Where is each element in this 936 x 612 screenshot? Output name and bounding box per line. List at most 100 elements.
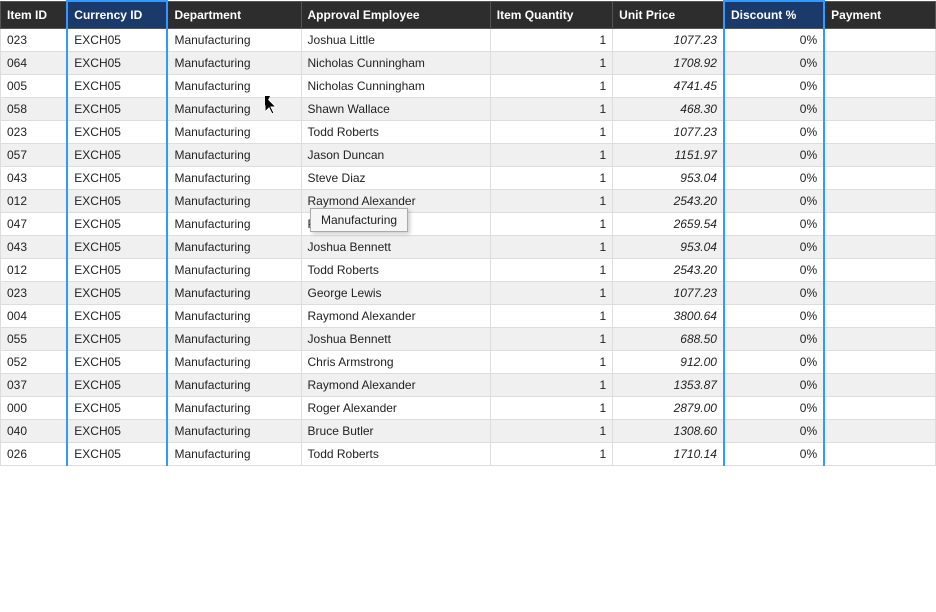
cell-item-id: 026 [1, 443, 68, 466]
cell-payment [824, 305, 935, 328]
cell-discount: 0% [724, 397, 824, 420]
cell-payment [824, 328, 935, 351]
header-payment[interactable]: Payment [824, 1, 935, 29]
cell-item-id: 043 [1, 236, 68, 259]
cell-currency-id: EXCH05 [67, 397, 167, 420]
cell-unit-price: 1353.87 [613, 374, 724, 397]
cell-unit-price: 468.30 [613, 98, 724, 121]
cell-unit-price: 2543.20 [613, 259, 724, 282]
header-department[interactable]: Department [167, 1, 301, 29]
cell-currency-id: EXCH05 [67, 351, 167, 374]
cell-discount: 0% [724, 144, 824, 167]
cell-payment [824, 190, 935, 213]
cell-payment [824, 75, 935, 98]
cell-unit-price: 3800.64 [613, 305, 724, 328]
header-item-quantity[interactable]: Item Quantity [490, 1, 612, 29]
cell-discount: 0% [724, 190, 824, 213]
cell-item-quantity: 1 [490, 351, 612, 374]
header-currency-id[interactable]: Currency ID [67, 1, 167, 29]
cell-item-quantity: 1 [490, 443, 612, 466]
cell-payment [824, 374, 935, 397]
cell-payment [824, 351, 935, 374]
header-discount[interactable]: Discount % [724, 1, 824, 29]
cell-discount: 0% [724, 259, 824, 282]
cell-discount: 0% [724, 420, 824, 443]
cell-currency-id: EXCH05 [67, 121, 167, 144]
cell-approval-employee: Raymond Alexander [301, 190, 490, 213]
cell-unit-price: 912.00 [613, 351, 724, 374]
cell-currency-id: EXCH05 [67, 328, 167, 351]
cell-currency-id: EXCH05 [67, 167, 167, 190]
cell-discount: 0% [724, 213, 824, 236]
cell-discount: 0% [724, 236, 824, 259]
cell-approval-employee: Steve Diaz [301, 167, 490, 190]
cell-item-id: 055 [1, 328, 68, 351]
cell-discount: 0% [724, 75, 824, 98]
cell-approval-employee: Todd Roberts [301, 443, 490, 466]
table-row: 005EXCH05ManufacturingNicholas Cunningha… [1, 75, 936, 98]
cell-payment [824, 282, 935, 305]
table-row: 064EXCH05ManufacturingNicholas Cunningha… [1, 52, 936, 75]
cell-unit-price: 1077.23 [613, 121, 724, 144]
cell-currency-id: EXCH05 [67, 29, 167, 52]
cell-unit-price: 2659.54 [613, 213, 724, 236]
cell-item-quantity: 1 [490, 121, 612, 144]
cell-discount: 0% [724, 52, 824, 75]
table-row: 023EXCH05ManufacturingGeorge Lewis11077.… [1, 282, 936, 305]
cell-approval-employee: Joshua Bennett [301, 236, 490, 259]
table-row: 000EXCH05ManufacturingRoger Alexander128… [1, 397, 936, 420]
cell-payment [824, 397, 935, 420]
cell-item-id: 023 [1, 121, 68, 144]
cell-item-id: 057 [1, 144, 68, 167]
cell-item-id: 058 [1, 98, 68, 121]
cell-unit-price: 688.50 [613, 328, 724, 351]
header-approval-employee[interactable]: Approval Employee [301, 1, 490, 29]
cell-item-quantity: 1 [490, 236, 612, 259]
cell-approval-employee: Joshua Little [301, 29, 490, 52]
cell-approval-employee: Raymond Alexander [301, 374, 490, 397]
cell-item-id: 005 [1, 75, 68, 98]
cell-currency-id: EXCH05 [67, 75, 167, 98]
cell-department: Manufacturing [167, 190, 301, 213]
header-item-id[interactable]: Item ID [1, 1, 68, 29]
cell-item-id: 052 [1, 351, 68, 374]
cell-item-quantity: 1 [490, 144, 612, 167]
cell-unit-price: 4741.45 [613, 75, 724, 98]
table-row: 023EXCH05ManufacturingTodd Roberts11077.… [1, 121, 936, 144]
cell-item-quantity: 1 [490, 167, 612, 190]
cell-approval-employee: Todd Roberts [301, 121, 490, 144]
cell-payment [824, 213, 935, 236]
header-unit-price[interactable]: Unit Price [613, 1, 724, 29]
cell-discount: 0% [724, 374, 824, 397]
cell-item-quantity: 1 [490, 305, 612, 328]
cell-department: Manufacturing [167, 167, 301, 190]
cell-item-quantity: 1 [490, 213, 612, 236]
cell-unit-price: 1710.14 [613, 443, 724, 466]
cell-unit-price: 2543.20 [613, 190, 724, 213]
cell-approval-employee: Nicholas Cunningham [301, 52, 490, 75]
cell-item-id: 023 [1, 29, 68, 52]
cell-discount: 0% [724, 351, 824, 374]
cell-item-quantity: 1 [490, 328, 612, 351]
data-table: Item IDCurrency IDDepartmentApproval Emp… [0, 0, 936, 612]
table-row: 043EXCH05ManufacturingJoshua Bennett1953… [1, 236, 936, 259]
cell-payment [824, 98, 935, 121]
table-row: 012EXCH05ManufacturingRaymond Alexander1… [1, 190, 936, 213]
cell-item-quantity: 1 [490, 397, 612, 420]
table-row: 058EXCH05ManufacturingShawn Wallace1468.… [1, 98, 936, 121]
cell-item-id: 012 [1, 190, 68, 213]
cell-discount: 0% [724, 443, 824, 466]
cell-approval-employee: Chris Armstrong [301, 351, 490, 374]
cell-currency-id: EXCH05 [67, 420, 167, 443]
cell-currency-id: EXCH05 [67, 236, 167, 259]
cell-discount: 0% [724, 305, 824, 328]
cell-approval-employee: Raymond Alexander [301, 305, 490, 328]
cell-currency-id: EXCH05 [67, 443, 167, 466]
cell-department: Manufacturing [167, 328, 301, 351]
cell-item-quantity: 1 [490, 98, 612, 121]
cell-approval-employee: George Lewis [301, 282, 490, 305]
cell-department: Manufacturing [167, 259, 301, 282]
cell-payment [824, 420, 935, 443]
cell-unit-price: 1077.23 [613, 29, 724, 52]
cell-item-quantity: 1 [490, 52, 612, 75]
